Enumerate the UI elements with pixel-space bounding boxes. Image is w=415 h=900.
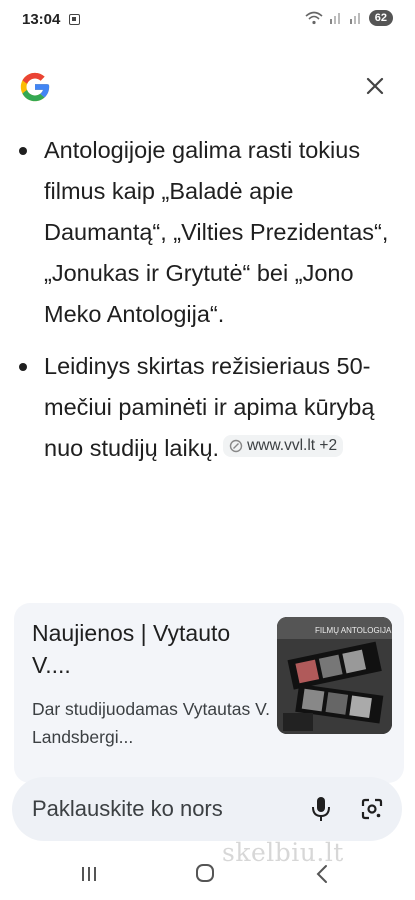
close-icon[interactable] <box>363 74 387 98</box>
film-reel-image: FILMŲ ANTOLOGIJA <box>277 617 392 734</box>
wifi-icon <box>305 11 323 25</box>
system-nav-bar <box>0 855 415 895</box>
recent-apps-icon[interactable] <box>80 865 98 883</box>
answer-content: Antologijoje galima rasti tokius filmus … <box>0 130 415 480</box>
bullet-text: Antologijoje galima rasti tokius filmus … <box>44 137 389 327</box>
screenshot-icon <box>69 14 80 25</box>
battery-badge: 62 <box>368 10 393 26</box>
home-icon[interactable] <box>195 863 215 883</box>
card-thumbnail[interactable]: FILMŲ ANTOLOGIJA <box>277 617 392 734</box>
signal-icon-2 <box>349 13 360 24</box>
mic-icon[interactable] <box>310 796 332 822</box>
card-title[interactable]: Naujienos | Vytauto V.... <box>32 617 262 681</box>
status-time: 13:04 <box>22 11 61 28</box>
back-icon[interactable] <box>313 864 331 884</box>
news-card[interactable]: Naujienos | Vytauto V.... Dar studijuoda… <box>14 603 404 783</box>
source-chip[interactable]: www.vvl.lt +2 <box>223 435 344 457</box>
search-bar[interactable]: Paklauskite ko nors <box>12 777 402 841</box>
google-logo <box>20 72 50 102</box>
source-chip-label: www.vvl.lt +2 <box>247 437 338 454</box>
status-indicators: 62 <box>305 10 393 26</box>
answer-bullets: Antologijoje galima rasti tokius filmus … <box>0 130 415 469</box>
header <box>0 66 415 110</box>
signal-icon <box>329 13 340 24</box>
search-input[interactable]: Paklauskite ko nors <box>32 796 223 822</box>
bullet-item: Leidinys skirtas režisieriaus 50-mečiui … <box>0 346 415 469</box>
lens-icon[interactable] <box>360 797 384 821</box>
link-icon <box>229 439 243 453</box>
thumb-caption: FILMŲ ANTOLOGIJA <box>315 626 392 635</box>
card-snippet: Dar studijuodamas Vytautas V. Landsbergi… <box>32 699 271 747</box>
status-bar: 13:04 62 <box>0 0 415 40</box>
bullet-item: Antologijoje galima rasti tokius filmus … <box>0 130 415 335</box>
